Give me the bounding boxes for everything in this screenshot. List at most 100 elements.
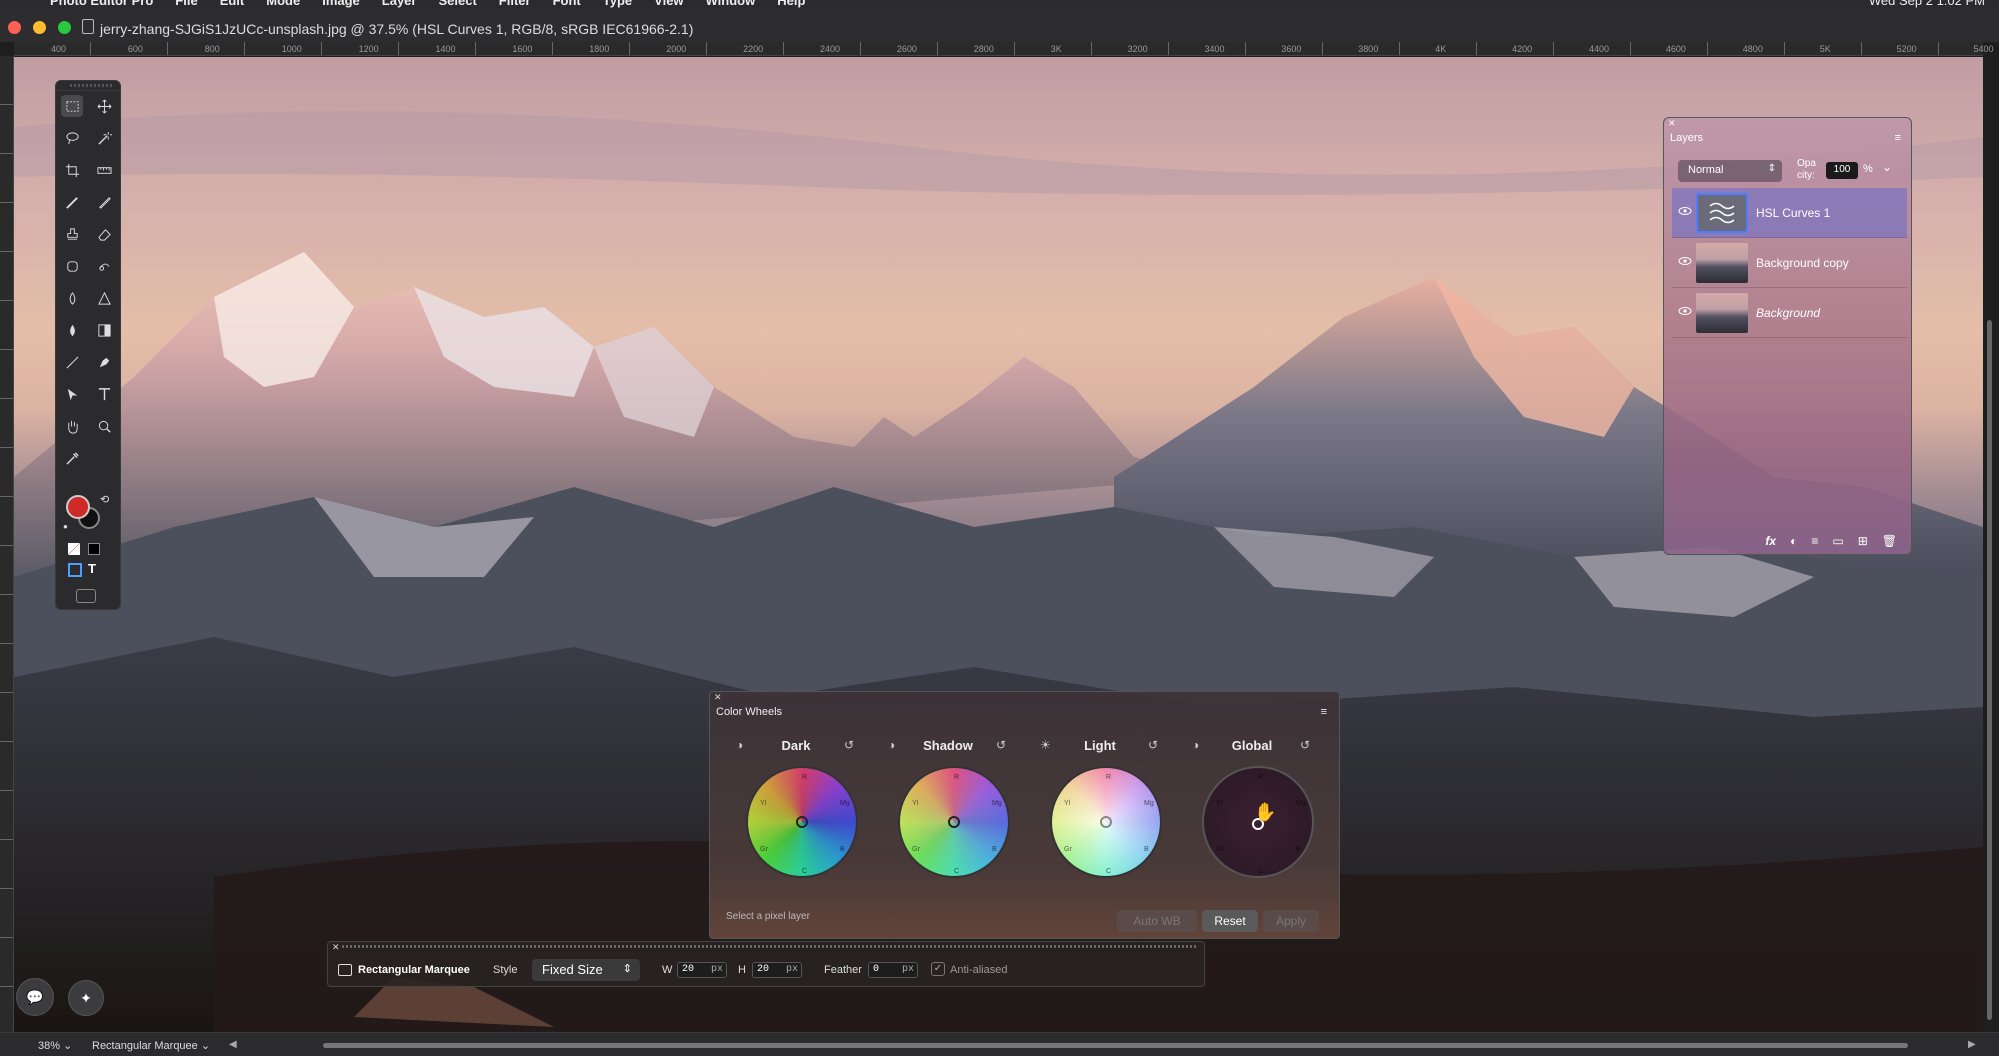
pen-icon[interactable] xyxy=(93,351,115,373)
brush-icon[interactable] xyxy=(61,191,83,213)
layer-name: Background xyxy=(1756,306,1821,320)
options-close-icon[interactable]: ✕ xyxy=(332,942,340,953)
reset-wheel-icon[interactable]: ↺ xyxy=(844,738,854,752)
quick-mask-icon[interactable] xyxy=(88,543,100,555)
magic-wand-icon[interactable] xyxy=(93,127,115,149)
patch-icon[interactable] xyxy=(61,255,83,277)
text-mode-icon[interactable]: T xyxy=(88,561,96,576)
zoom-select[interactable]: 38% ⌄ xyxy=(38,1039,72,1052)
line-icon[interactable] xyxy=(61,351,83,373)
rect-marquee-icon[interactable] xyxy=(61,95,83,117)
trash-icon[interactable]: 🗑 xyxy=(1882,534,1897,548)
wheel-letter: Mg xyxy=(1296,800,1306,807)
visibility-eye-icon[interactable] xyxy=(1678,256,1692,266)
folder-icon[interactable]: ▭ xyxy=(1832,534,1843,548)
menu-edit[interactable]: Edit xyxy=(220,0,245,8)
ruler-icon[interactable] xyxy=(93,159,115,181)
gradient-icon[interactable] xyxy=(93,319,115,341)
apply-button[interactable]: Apply xyxy=(1263,910,1319,932)
style-select[interactable]: Fixed Size ⇕ xyxy=(532,959,640,981)
fx-icon[interactable]: fx xyxy=(1765,534,1776,548)
menu-file[interactable]: File xyxy=(175,0,197,8)
triangle-icon[interactable] xyxy=(93,287,115,309)
drop-icon[interactable] xyxy=(61,287,83,309)
smudge-icon[interactable] xyxy=(93,255,115,277)
close-window-button[interactable] xyxy=(8,21,21,34)
wheel-letter: B xyxy=(1144,846,1149,853)
layer-row[interactable]: Background copy xyxy=(1672,238,1907,288)
wheel-handle[interactable] xyxy=(1100,816,1112,828)
layer-row[interactable]: HSL Curves 1 xyxy=(1672,188,1907,238)
pencil-icon[interactable] xyxy=(93,191,115,213)
antialias-checkbox[interactable]: ✓ xyxy=(931,962,945,976)
wheel-handle[interactable] xyxy=(948,816,960,828)
menubar-clock: Wed Sep 2 1:02 PM xyxy=(1868,0,1985,8)
menu-font[interactable]: Font xyxy=(553,0,581,8)
layers-menu-icon[interactable]: ≡ xyxy=(1895,132,1901,144)
hand-icon[interactable] xyxy=(61,415,83,437)
filter-settings-icon[interactable]: ≡ xyxy=(1811,534,1818,548)
blur-drop-icon[interactable] xyxy=(61,319,83,341)
auto-wb-button[interactable]: Auto WB xyxy=(1117,910,1197,932)
menu-app-name[interactable]: Photo Editor Pro xyxy=(50,0,153,8)
mask-mode-icon[interactable] xyxy=(68,543,80,555)
swap-colors-icon[interactable]: ⟲ xyxy=(100,493,109,506)
screen-mode-icon[interactable] xyxy=(76,589,96,603)
chevron-down-icon[interactable]: ⌄ xyxy=(1882,160,1892,174)
vertical-scrollbar[interactable] xyxy=(1987,320,1992,1020)
move-icon[interactable] xyxy=(93,95,115,117)
opacity-input[interactable]: 100 xyxy=(1826,162,1858,179)
tools-panel-grip[interactable] xyxy=(56,81,120,91)
select-arrow-icon[interactable] xyxy=(61,383,83,405)
menu-window[interactable]: Window xyxy=(706,0,756,8)
frame-mode-icon[interactable] xyxy=(68,563,82,577)
minimize-window-button[interactable] xyxy=(33,21,46,34)
eraser-icon[interactable] xyxy=(93,223,115,245)
opacity-unit: % xyxy=(1863,163,1873,175)
type-icon[interactable] xyxy=(93,383,115,405)
menu-view[interactable]: View xyxy=(654,0,683,8)
reset-wheel-icon[interactable]: ↺ xyxy=(1300,738,1310,752)
default-colors-icon[interactable]: ● xyxy=(63,522,68,531)
ruler-tick-label: 5K xyxy=(1819,44,1831,54)
stamp-icon[interactable] xyxy=(61,223,83,245)
menu-filter[interactable]: Filter xyxy=(499,0,531,8)
visibility-eye-icon[interactable] xyxy=(1678,306,1692,316)
zoom-window-button[interactable] xyxy=(58,21,71,34)
reset-wheel-icon[interactable]: ↺ xyxy=(1148,738,1158,752)
menu-layer[interactable]: Layer xyxy=(382,0,417,8)
visibility-eye-icon[interactable] xyxy=(1678,206,1692,216)
reset-button[interactable]: Reset xyxy=(1202,910,1258,932)
wheel-letter: Mg xyxy=(840,800,850,807)
horizontal-scrollbar[interactable] xyxy=(323,1043,1908,1048)
lasso-icon[interactable] xyxy=(61,127,83,149)
active-tool-select[interactable]: Rectangular Marquee ⌄ xyxy=(92,1039,210,1052)
layer-row[interactable]: Background xyxy=(1672,288,1907,338)
width-label: W xyxy=(662,964,673,976)
menu-type[interactable]: Type xyxy=(603,0,632,8)
reset-wheel-icon[interactable]: ↺ xyxy=(996,738,1006,752)
menu-mode[interactable]: Mode xyxy=(266,0,300,8)
color-wheels-close-icon[interactable]: ✕ xyxy=(714,692,722,703)
chat-button[interactable]: 💬 xyxy=(16,978,54,1016)
ai-assist-button[interactable]: ✦ xyxy=(68,980,104,1016)
feather-input[interactable]: 0 px xyxy=(868,962,918,978)
eyedropper-icon[interactable] xyxy=(61,447,83,469)
adjustment-icon[interactable]: ◐ xyxy=(1790,534,1797,548)
menu-image[interactable]: Image xyxy=(322,0,360,8)
menu-select[interactable]: Select xyxy=(438,0,476,8)
crop-icon[interactable] xyxy=(61,159,83,181)
wheel-handle[interactable] xyxy=(796,816,808,828)
scroll-left-icon[interactable]: ◀ xyxy=(229,1039,237,1050)
height-input[interactable]: 20 px xyxy=(752,962,802,978)
foreground-color-swatch[interactable] xyxy=(66,495,90,519)
color-wheels-menu-icon[interactable]: ≡ xyxy=(1321,706,1327,718)
zoom-icon[interactable] xyxy=(93,415,115,437)
scroll-right-icon[interactable]: ▶ xyxy=(1968,1039,1976,1050)
menu-help[interactable]: Help xyxy=(777,0,805,8)
style-value: Fixed Size xyxy=(542,962,603,977)
blend-mode-select[interactable]: Normal ⇕ xyxy=(1678,160,1782,182)
width-input[interactable]: 20 px xyxy=(677,962,727,978)
options-grip[interactable] xyxy=(342,945,1198,948)
new-layer-icon[interactable]: ⊞ xyxy=(1858,534,1868,548)
